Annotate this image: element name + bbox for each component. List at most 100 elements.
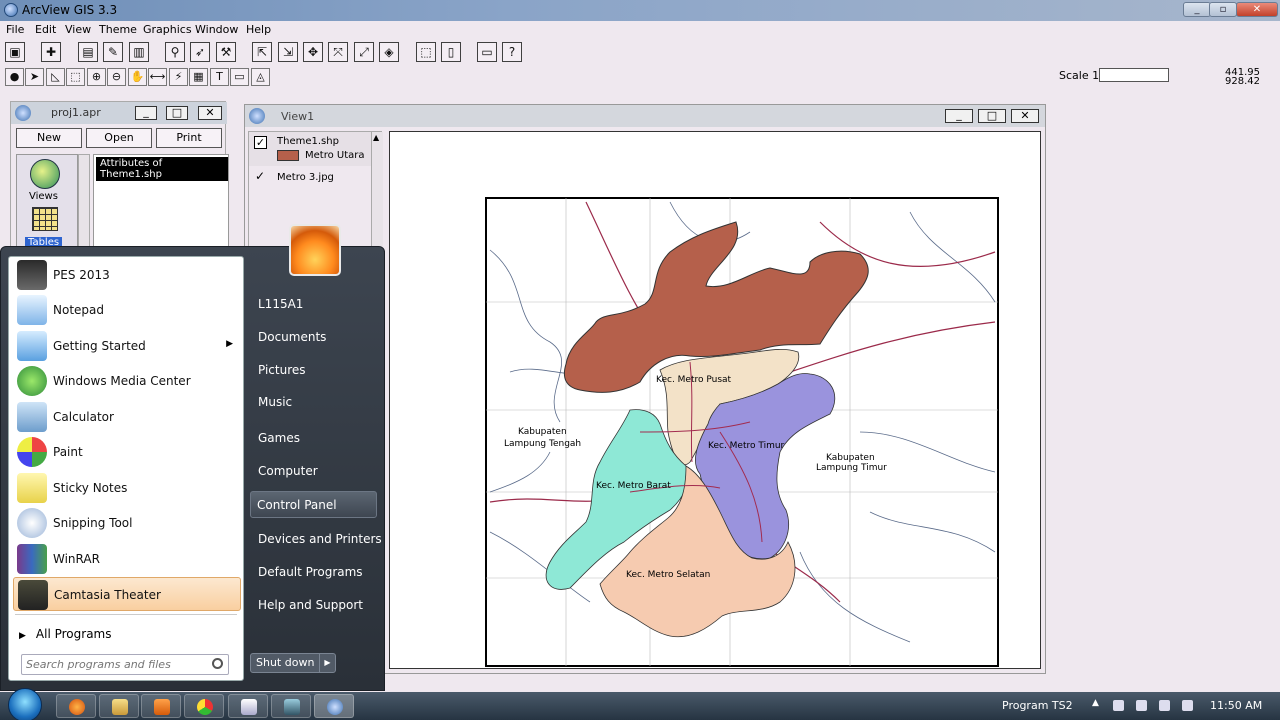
zoom-in-button-icon[interactable]: ⤧: [328, 42, 348, 62]
start-right-devices[interactable]: Devices and Printers: [258, 532, 382, 546]
program-getting-started[interactable]: Getting Started ▶: [13, 329, 241, 363]
theme1-checkbox[interactable]: ✓: [254, 136, 267, 149]
help-pointer-icon[interactable]: ?: [502, 42, 522, 62]
zoom-out-icon[interactable]: ⊖: [107, 68, 126, 86]
flag-icon[interactable]: [1113, 700, 1124, 711]
taskbar-arcview[interactable]: [314, 694, 354, 718]
close-button[interactable]: ✕: [1236, 2, 1278, 17]
menu-graphics[interactable]: Graphics: [143, 23, 192, 36]
views-label[interactable]: Views: [29, 191, 58, 202]
zoom-selected-icon[interactable]: ✥: [303, 42, 323, 62]
select-features-icon[interactable]: ⬚: [416, 42, 436, 62]
project-minimize-button[interactable]: _: [135, 106, 157, 120]
view-maximize-button[interactable]: □: [978, 109, 1006, 123]
program-notepad[interactable]: Notepad: [13, 293, 241, 327]
project-print-button[interactable]: Print: [156, 128, 222, 148]
label-icon[interactable]: T: [210, 68, 229, 86]
save-project-icon[interactable]: ▣: [5, 42, 25, 62]
view-minimize-button[interactable]: _: [945, 109, 973, 123]
pointer-icon[interactable]: ➤: [25, 68, 44, 86]
project-close-button[interactable]: ✕: [198, 106, 222, 120]
add-theme-icon[interactable]: ✚: [41, 42, 61, 62]
program-pes-2013[interactable]: PES 2013: [13, 258, 241, 292]
selected-doc[interactable]: Attributes of Theme1.shp: [96, 157, 228, 181]
network-status-icon[interactable]: [1136, 700, 1147, 711]
taskbar-network-tool[interactable]: [271, 694, 311, 718]
map-canvas[interactable]: Kec. Metro Pusat Kec. Metro Timur Kec. M…: [390, 132, 1040, 668]
start-right-help[interactable]: Help and Support: [258, 598, 363, 612]
program-calculator[interactable]: Calculator: [13, 400, 241, 434]
layout-icon[interactable]: ▭: [477, 42, 497, 62]
zoom-previous-icon[interactable]: ◈: [379, 42, 399, 62]
project-scrollbar[interactable]: [78, 154, 90, 250]
select-feature-icon[interactable]: ⬚: [66, 68, 85, 86]
menu-view[interactable]: View: [65, 23, 91, 36]
project-new-button[interactable]: New: [16, 128, 82, 148]
zoom-out-button-icon[interactable]: ⤢: [354, 42, 374, 62]
draw-icon[interactable]: ◬: [251, 68, 270, 86]
menu-help[interactable]: Help: [246, 23, 271, 36]
taskbar-media-player[interactable]: [141, 694, 181, 718]
tray-expand-icon[interactable]: ▲: [1092, 698, 1099, 708]
start-right-documents[interactable]: Documents: [258, 330, 326, 344]
open-table-icon[interactable]: ▥: [129, 42, 149, 62]
hotlink-icon[interactable]: ⚡: [169, 68, 188, 86]
find-icon[interactable]: ⚲: [165, 42, 185, 62]
start-right-computer[interactable]: Computer: [258, 464, 318, 478]
user-picture[interactable]: [289, 224, 341, 276]
project-maximize-button[interactable]: □: [166, 106, 188, 120]
project-open-button[interactable]: Open: [86, 128, 152, 148]
text-icon[interactable]: ▭: [230, 68, 249, 86]
theme-properties-icon[interactable]: ▤: [78, 42, 98, 62]
theme2-checkbox[interactable]: ✓: [255, 169, 265, 183]
start-right-default-programs[interactable]: Default Programs: [258, 565, 363, 579]
zoom-full-extent-icon[interactable]: ⇱: [252, 42, 272, 62]
taskbar-explorer[interactable]: [99, 694, 139, 718]
search-icon[interactable]: [212, 658, 223, 669]
tables-icon[interactable]: [32, 207, 58, 231]
view-close-button[interactable]: ✕: [1011, 109, 1039, 123]
start-right-music[interactable]: Music: [258, 395, 292, 409]
program-sticky-notes[interactable]: Sticky Notes: [13, 471, 241, 505]
map-display[interactable]: Kec. Metro Pusat Kec. Metro Timur Kec. M…: [389, 131, 1041, 669]
pan-icon[interactable]: ✋: [128, 68, 147, 86]
menu-theme[interactable]: Theme: [99, 23, 137, 36]
zoom-active-themes-icon[interactable]: ⇲: [278, 42, 298, 62]
theme1-entry[interactable]: ✓ Theme1.shp Metro Utara: [249, 132, 371, 166]
vertex-edit-icon[interactable]: ◺: [46, 68, 65, 86]
program-paint[interactable]: Paint: [13, 435, 241, 469]
monitor-icon[interactable]: [1159, 700, 1170, 711]
locate-address-icon[interactable]: ➶: [190, 42, 210, 62]
tray-language-label[interactable]: Program TS2: [1002, 699, 1073, 712]
edit-legend-icon[interactable]: ✎: [103, 42, 123, 62]
shutdown-options-icon[interactable]: ▶: [319, 654, 335, 672]
maximize-button[interactable]: ▫: [1209, 2, 1237, 17]
all-programs-button[interactable]: ▶ All Programs: [19, 627, 112, 641]
program-windows-media-center[interactable]: Windows Media Center: [13, 364, 241, 398]
scroll-up-icon[interactable]: ▲: [373, 133, 379, 142]
menu-window[interactable]: Window: [195, 23, 238, 36]
menu-edit[interactable]: Edit: [35, 23, 56, 36]
zoom-in-icon[interactable]: ⊕: [87, 68, 106, 86]
measure-icon[interactable]: ⟷: [148, 68, 167, 86]
start-right-games[interactable]: Games: [258, 431, 300, 445]
program-camtasia-theater[interactable]: Camtasia Theater: [13, 577, 241, 611]
start-right-user[interactable]: L115A1: [258, 297, 303, 311]
views-icon[interactable]: [30, 159, 60, 189]
area-of-interest-icon[interactable]: ▦: [189, 68, 208, 86]
program-snipping-tool[interactable]: Snipping Tool: [13, 506, 241, 540]
search-box[interactable]: [21, 654, 229, 675]
clear-selection-icon[interactable]: ▯: [441, 42, 461, 62]
clock[interactable]: 11:50 AM: [1210, 699, 1262, 712]
query-builder-icon[interactable]: ⚒: [216, 42, 236, 62]
taskbar-firefox[interactable]: [56, 694, 96, 718]
menu-file[interactable]: File: [6, 23, 24, 36]
scale-input[interactable]: [1099, 68, 1169, 82]
theme2-entry[interactable]: ✓ Metro 3.jpg: [249, 168, 371, 188]
start-right-pictures[interactable]: Pictures: [258, 363, 306, 377]
start-right-control-panel[interactable]: Control Panel: [250, 491, 377, 518]
shutdown-button[interactable]: Shut down ▶: [250, 653, 336, 673]
taskbar-document[interactable]: [228, 694, 268, 718]
volume-icon[interactable]: [1182, 700, 1193, 711]
program-winrar[interactable]: WinRAR: [13, 542, 241, 576]
